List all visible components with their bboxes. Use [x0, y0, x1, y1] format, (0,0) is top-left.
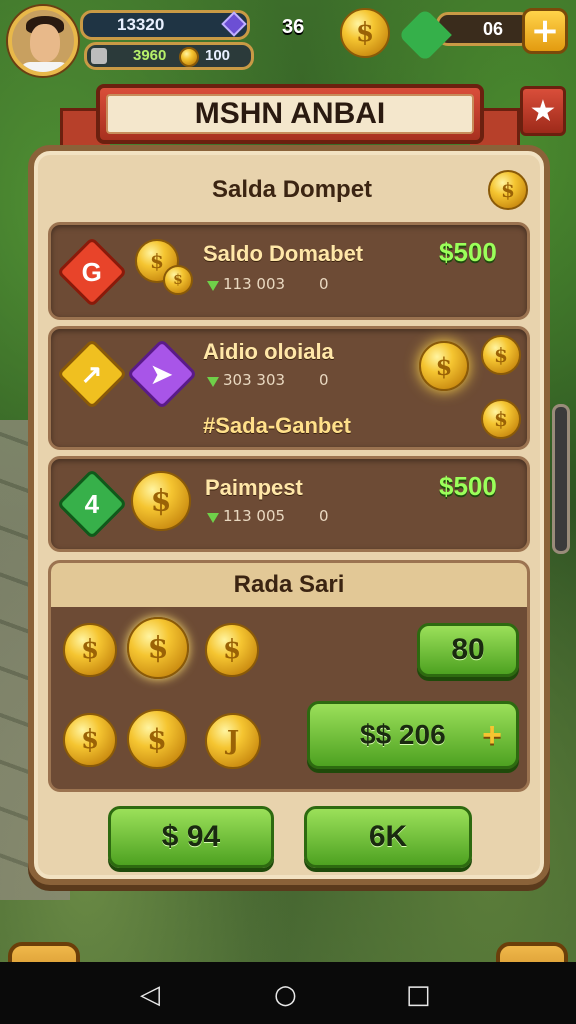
back-icon[interactable]: ◁: [140, 980, 160, 1010]
coin-icon: $: [488, 170, 528, 210]
coin-icon: $: [481, 335, 521, 375]
xp-bar: 13320: [80, 10, 250, 40]
coin-icon[interactable]: $: [63, 623, 117, 677]
coin-icon: $: [131, 471, 191, 531]
row-sub: 113 005: [223, 507, 286, 525]
badge-label: G: [81, 256, 103, 287]
footer-button-2[interactable]: 6K: [304, 806, 472, 868]
section-header: Rada Sari: [51, 563, 527, 607]
row-zero: 0: [319, 275, 329, 293]
row-zero: 0: [319, 507, 329, 525]
row-name: Saldo Domabet: [203, 241, 364, 266]
badge-label: 4: [84, 488, 100, 519]
dialog-title: MSHN ANBAI: [194, 97, 386, 130]
down-arrow-icon: [207, 281, 219, 291]
wallet-header-label: Salda Dompet: [212, 176, 373, 203]
list-item[interactable]: 4 $ Paimpest 113 005 0 $500: [48, 456, 530, 552]
buy-button[interactable]: $$ 206 +: [307, 701, 519, 769]
list-item[interactable]: G $ $ Saldo Domabet 113 003 0 $500: [48, 222, 530, 320]
top-hud: 13320 3960 100 36 $ 06 +: [0, 0, 576, 80]
badge-icon: ↗: [56, 338, 128, 410]
gem-bar: 06: [436, 12, 532, 46]
coin-icon[interactable]: $: [127, 709, 187, 769]
coins-small-value: 3960: [133, 47, 167, 64]
coin-icon[interactable]: $: [127, 617, 189, 679]
recent-apps-icon[interactable]: □: [406, 980, 431, 1010]
purple-badge-icon: ➤: [126, 338, 198, 410]
list-item[interactable]: ↗ ➤ Aidio oloiala 303 303 0 $ $ $ #Sada-…: [48, 326, 530, 450]
coin-icon[interactable]: $: [63, 713, 117, 767]
row-name: Paimpest: [205, 475, 303, 500]
avatar-shirt: [20, 62, 70, 72]
coin-icon: $: [419, 341, 469, 391]
coin-icon: [179, 47, 199, 67]
row-price: $500: [439, 237, 497, 267]
coin-icon[interactable]: $: [205, 623, 259, 677]
badge-icon: 4: [56, 468, 128, 540]
home-icon[interactable]: ○: [274, 980, 297, 1010]
add-gems-button[interactable]: +: [522, 8, 568, 54]
row-sub: 113 003: [223, 275, 286, 293]
coin-icon[interactable]: J: [205, 713, 261, 769]
row-price: $500: [439, 471, 497, 501]
value-button[interactable]: 80: [417, 623, 519, 677]
gem-icon: [221, 11, 247, 37]
system-nav-bar: ◁ ○ □: [0, 962, 576, 1024]
coin-bar: 3960 100: [84, 42, 254, 70]
xp-value: 13320: [117, 15, 165, 34]
row-name: Aidio oloiala: [203, 339, 334, 364]
player-avatar[interactable]: [8, 6, 78, 76]
section-title: Rada Sari: [233, 571, 345, 598]
coin-pile-icon: $: [163, 265, 193, 295]
plus-icon: +: [482, 716, 502, 754]
gems-value: 06: [483, 19, 504, 39]
coin-icon[interactable]: $: [340, 8, 390, 58]
badge-label: ↗: [81, 358, 103, 389]
badge-icon: G: [56, 236, 128, 308]
coins-small-value-2: 100: [205, 47, 231, 64]
avatar-face: [30, 24, 60, 62]
extra-label: #Sada-Ganbet: [203, 413, 351, 438]
coin-shop-section: Rada Sari $ $ $ $ $ J 80 $$ 206 +: [48, 560, 530, 792]
close-button[interactable]: ★: [520, 86, 566, 136]
scrollbar[interactable]: [552, 404, 570, 554]
down-arrow-icon: [207, 513, 219, 523]
coin-icon: $: [481, 399, 521, 439]
footer-button-1[interactable]: $ 94: [108, 806, 274, 868]
title-ribbon: MSHN ANBAI: [96, 84, 484, 144]
buy-button-label: $$ 206: [360, 719, 446, 750]
center-value: 36: [282, 16, 305, 38]
row-sub: 303 303: [223, 371, 286, 389]
down-arrow-icon: [207, 377, 219, 387]
row-zero: 0: [319, 371, 329, 389]
chest-icon: [91, 48, 107, 64]
